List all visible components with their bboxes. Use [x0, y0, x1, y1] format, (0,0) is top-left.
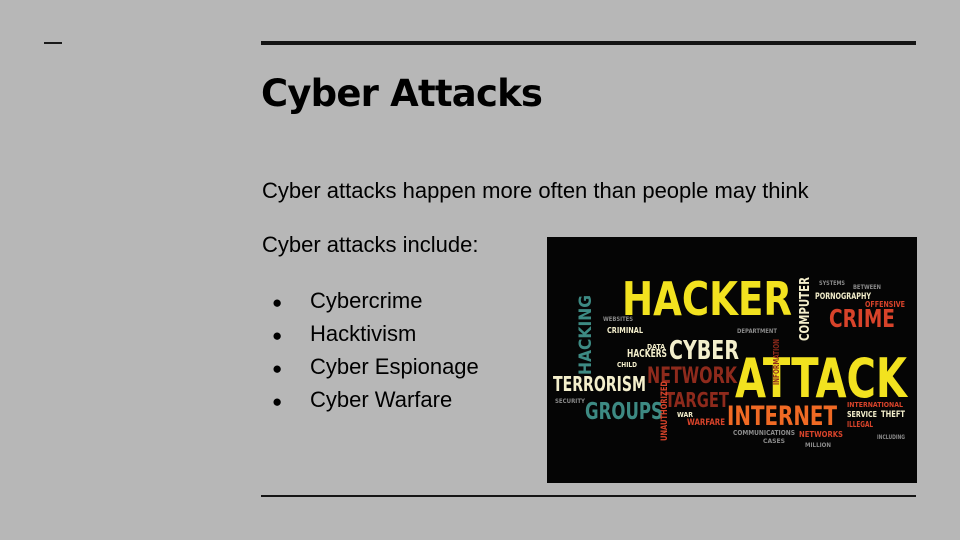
- slide: Cyber Attacks Cyber attacks happen more …: [0, 0, 960, 540]
- top-rule: [261, 41, 916, 45]
- word-websites: WEBSITES: [603, 316, 633, 323]
- list-item: ● Cybercrime: [272, 284, 479, 317]
- word-groups: GROUPS: [585, 399, 663, 425]
- word-million: MILLION: [805, 442, 831, 449]
- word-department: DEPARTMENT: [737, 328, 778, 335]
- word-systems: SYSTEMS: [819, 280, 845, 287]
- word-warfare: WARFARE: [687, 418, 725, 428]
- word-offensive: OFFENSIVE: [865, 300, 905, 309]
- word-cyber: CYBER: [669, 336, 739, 366]
- list-item-label: Cybercrime: [310, 288, 423, 313]
- bullet-glyph: ●: [272, 293, 283, 312]
- list-item: ● Hacktivism: [272, 317, 479, 350]
- word-hacking: HACKING: [576, 295, 596, 375]
- word-illegal: ILLEGAL: [847, 420, 873, 429]
- word-service: SERVICE: [847, 410, 877, 419]
- intro-text: Cyber attacks happen more often than peo…: [262, 178, 809, 203]
- word-war: WAR: [677, 411, 694, 419]
- word-data: DATA: [647, 343, 666, 351]
- word-communications: COMMUNICATIONS: [733, 429, 795, 437]
- word-criminal: CRIMINAL: [607, 326, 643, 335]
- word-cloud-image: HACKER ATTACK CYBER INTERNET TERRORISM G…: [547, 237, 917, 483]
- bullet-glyph: ●: [272, 326, 283, 345]
- attack-types-list: ● Cybercrime ● Hacktivism ● Cyber Espionage…: [272, 284, 479, 416]
- word-cases: CASES: [763, 438, 785, 445]
- slide-title: Cyber Attacks: [261, 72, 543, 115]
- list-item-label: Cyber Warfare: [310, 387, 453, 412]
- include-heading: Cyber attacks include:: [262, 232, 479, 257]
- word-pornography: PORNOGRAPHY: [815, 292, 871, 302]
- slide-dash-mark: [44, 42, 62, 44]
- word-child: CHILD: [617, 361, 637, 369]
- word-security: SECURITY: [555, 398, 586, 405]
- word-international: INTERNATIONAL: [847, 401, 903, 409]
- list-item-label: Cyber Espionage: [310, 354, 479, 379]
- bullet-glyph: ●: [272, 359, 283, 378]
- word-terrorism: TERRORISM: [553, 372, 646, 396]
- word-hacker: HACKER: [622, 272, 792, 326]
- word-internet: INTERNET: [727, 401, 837, 432]
- word-target: TARGET: [665, 388, 729, 412]
- list-item-label: Hacktivism: [310, 321, 417, 346]
- word-information: INFORMATION: [772, 339, 781, 385]
- word-theft: THEFT: [881, 410, 906, 420]
- list-item: ● Cyber Warfare: [272, 383, 479, 416]
- word-computer: COMPUTER: [798, 277, 813, 341]
- bullet-glyph: ●: [272, 392, 283, 411]
- list-item: ● Cyber Espionage: [272, 350, 479, 383]
- word-between: BETWEEN: [853, 284, 881, 291]
- word-unauthorized: UNAUTHORIZED: [660, 381, 670, 441]
- word-including: INCLUDING: [877, 434, 905, 441]
- bottom-rule: [261, 495, 916, 497]
- word-networks: NETWORKS: [799, 430, 843, 439]
